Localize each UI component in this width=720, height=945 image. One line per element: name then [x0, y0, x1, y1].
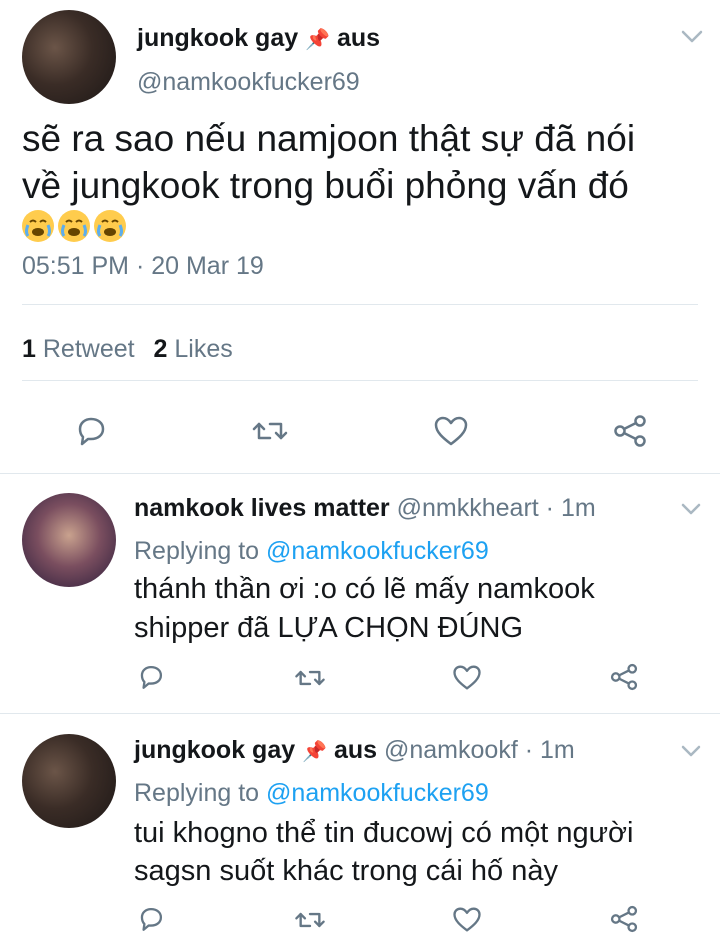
reply-time: · 1m [545, 494, 596, 522]
replying-to-label: Replying to [134, 537, 260, 565]
tweet-text-line: về jungkook trong buổi phỏng vấn đó [22, 165, 629, 206]
crying-face-icon [58, 210, 90, 242]
display-name[interactable]: jungkook gay [134, 736, 295, 764]
reply-text: tui khogno thể tin đucowj có một người s… [134, 814, 634, 890]
author-handle[interactable]: @namkookf [384, 736, 518, 764]
replying-to-handle[interactable]: @namkookfucker69 [266, 779, 489, 807]
crying-face-icon [94, 210, 126, 242]
share-icon[interactable] [609, 663, 639, 691]
like-count: 2 [153, 335, 168, 363]
chevron-down-icon[interactable] [681, 30, 703, 44]
reply-text-line: thánh thần ơi :o có lẽ mấy namkook [134, 573, 595, 605]
location: aus [333, 736, 378, 764]
replying-to-label: Replying to [134, 779, 260, 807]
emoji-row [22, 210, 130, 242]
like-label: Likes [174, 335, 233, 363]
reply-text-line: shipper đã LỰA CHỌN ĐÚNG [134, 612, 524, 644]
heart-icon[interactable] [452, 664, 482, 691]
tweet-timestamp[interactable]: 05:51 PM · 20 Mar 19 [22, 252, 264, 281]
avatar[interactable] [22, 493, 116, 587]
crying-face-icon [22, 210, 54, 242]
reply-header: namkook lives matter @nmkkheart · 1m [134, 494, 596, 523]
reply-icon[interactable] [74, 414, 108, 448]
tweet-author[interactable]: jungkook gay 📌 aus [137, 24, 380, 53]
avatar[interactable] [22, 10, 116, 104]
avatar[interactable] [22, 734, 116, 828]
retweet-icon[interactable] [293, 907, 327, 933]
reply-header: jungkook gay 📌 aus @namkookf · 1m [134, 736, 575, 765]
share-icon[interactable] [612, 414, 648, 448]
reply-icon[interactable] [137, 663, 165, 691]
heart-icon[interactable] [433, 415, 469, 447]
replying-to-handle[interactable]: @namkookfucker69 [266, 537, 489, 565]
divider [22, 380, 698, 381]
reply-time: · 1m [524, 736, 575, 764]
divider [0, 473, 720, 474]
retweet-label: Retweet [42, 335, 135, 363]
tweet-text: sẽ ra sao nếu namjoon thật sự đã nói về … [22, 115, 635, 209]
display-name[interactable]: namkook lives matter [134, 494, 390, 522]
replying-to: Replying to @namkookfucker69 [134, 779, 489, 808]
like-stat[interactable]: 2 Likes [154, 335, 233, 363]
retweet-icon[interactable] [293, 665, 327, 691]
divider [22, 304, 698, 305]
replying-to: Replying to @namkookfucker69 [134, 537, 489, 566]
share-icon[interactable] [609, 905, 639, 933]
location: aus [336, 24, 381, 52]
reply-text-line: tui khogno thể tin đucowj có một người [134, 817, 634, 849]
pin-emoji: 📌 [302, 741, 327, 763]
chevron-down-icon[interactable] [681, 745, 701, 758]
retweet-stat[interactable]: 1 Retweet [22, 335, 142, 363]
divider [0, 713, 720, 714]
retweet-count: 1 [22, 335, 36, 363]
heart-icon[interactable] [452, 906, 482, 933]
reply-text-line: sagsn suốt khác trong cái hố này [134, 855, 558, 887]
retweet-icon[interactable] [250, 416, 290, 446]
author-handle[interactable]: @namkookfucker69 [137, 68, 360, 97]
pin-emoji: 📌 [305, 29, 330, 51]
chevron-down-icon[interactable] [681, 503, 701, 516]
reply-text: thánh thần ơi :o có lẽ mấy namkook shipp… [134, 570, 595, 648]
author-handle[interactable]: @nmkkheart [397, 494, 539, 522]
tweet-stats: 1 Retweet 2 Likes [22, 335, 233, 364]
display-name: jungkook gay [137, 24, 299, 52]
reply-icon[interactable] [137, 905, 165, 933]
tweet-text-line: sẽ ra sao nếu namjoon thật sự đã nói [22, 118, 636, 159]
